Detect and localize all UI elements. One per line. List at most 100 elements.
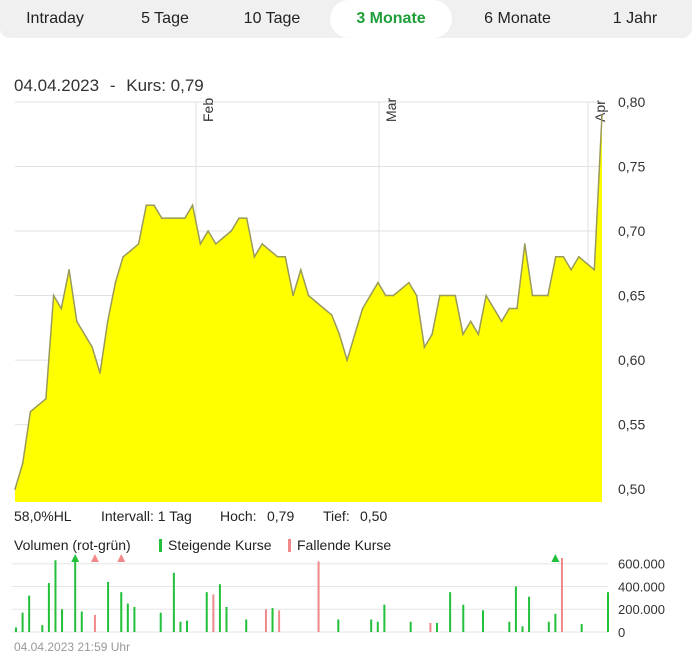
volume-bar-rising xyxy=(120,592,123,632)
tab-10-tage[interactable]: 10 Tage xyxy=(222,0,322,38)
price-point xyxy=(562,256,565,258)
price-point xyxy=(330,314,333,316)
volume-bar-rising xyxy=(80,611,83,632)
price-point xyxy=(307,294,310,297)
tab-1-jahr[interactable]: 1 Jahr xyxy=(590,0,680,38)
price-point xyxy=(106,320,109,323)
volume-bar-falling xyxy=(278,610,281,632)
price-point xyxy=(230,230,233,232)
stat-low-label: Tief: xyxy=(323,508,350,524)
tab-6-monate[interactable]: 6 Monate xyxy=(460,0,575,38)
volume-bar-rising xyxy=(28,595,31,632)
price-point xyxy=(469,320,472,323)
price-point xyxy=(14,488,16,490)
volume-overflow-arrow-falling xyxy=(90,554,99,562)
volume-bar-rising xyxy=(159,612,162,632)
volume-bar-rising xyxy=(482,610,485,632)
volume-bar-rising xyxy=(21,612,24,632)
price-point xyxy=(384,294,387,297)
price-point xyxy=(99,372,101,374)
price-point xyxy=(323,307,325,310)
price-point xyxy=(284,256,287,258)
price-point xyxy=(392,294,395,297)
volume-bar-falling xyxy=(93,614,96,632)
price-point xyxy=(29,410,32,413)
price-point xyxy=(523,243,526,245)
price-point xyxy=(508,307,511,310)
price-point xyxy=(415,294,418,297)
volume-bar-rising xyxy=(245,619,248,632)
price-point xyxy=(269,249,271,252)
price-point xyxy=(554,256,557,258)
volume-bar-falling xyxy=(560,558,563,632)
volume-bar-rising xyxy=(508,621,511,632)
tab-3-monate[interactable]: 3 Monate xyxy=(330,0,452,38)
y-tick-label: 0,55 xyxy=(618,417,645,433)
volume-bar-rising xyxy=(271,608,274,632)
y-tick-label: 0,65 xyxy=(618,288,645,304)
volume-bar-rising xyxy=(107,581,110,632)
price-point xyxy=(354,333,356,336)
volume-bar-falling xyxy=(317,561,320,632)
volume-bar-rising xyxy=(337,619,340,632)
volume-bar-rising xyxy=(41,625,44,632)
price-point xyxy=(439,294,441,297)
price-point xyxy=(215,243,217,245)
price-point xyxy=(176,217,178,219)
price-point xyxy=(516,307,518,310)
volume-bar-rising xyxy=(462,604,465,632)
price-point xyxy=(222,236,225,239)
volume-bar-rising xyxy=(54,560,57,632)
stat-high-label: Hoch: xyxy=(220,508,257,524)
volume-bar-rising xyxy=(61,609,64,632)
tab-5-tage[interactable]: 5 Tage xyxy=(115,0,215,38)
price-point xyxy=(493,307,495,310)
volume-bar-rising xyxy=(133,606,136,632)
price-point xyxy=(361,307,364,310)
volume-tick-label: 400.000 xyxy=(618,579,665,594)
price-point xyxy=(137,243,140,245)
price-point xyxy=(338,333,341,336)
timestamp: 04.04.2023 21:59 Uhr xyxy=(14,640,131,654)
price-point xyxy=(184,217,186,219)
volume-bar-rising xyxy=(186,620,189,632)
price-point xyxy=(276,256,279,258)
volume-bar-rising xyxy=(607,592,609,632)
volume-bar-rising xyxy=(449,592,452,632)
y-tick-label: 0,60 xyxy=(618,352,645,368)
stat-hl: 58,0%HL xyxy=(14,508,72,524)
volume-tick-label: 0 xyxy=(618,625,625,640)
price-point xyxy=(60,307,63,310)
volume-bar-rising xyxy=(554,613,557,632)
price-point xyxy=(45,397,47,400)
price-point xyxy=(52,294,55,297)
price-point xyxy=(377,281,379,284)
price-point xyxy=(261,243,263,245)
price-point xyxy=(454,294,457,297)
price-point xyxy=(37,404,39,407)
price-point xyxy=(114,281,117,284)
volume-overflow-arrow-falling xyxy=(117,554,126,562)
price-point xyxy=(547,294,549,297)
volume-bar-rising xyxy=(383,604,386,632)
price-point xyxy=(462,333,464,336)
volume-tick-label: 200.000 xyxy=(618,602,665,617)
price-point xyxy=(485,294,487,297)
y-tick-label: 0,70 xyxy=(618,223,645,239)
price-point xyxy=(153,204,155,207)
volume-bar-rising xyxy=(15,627,17,632)
price-point xyxy=(570,268,572,271)
y-tick-label: 0,50 xyxy=(618,481,645,497)
price-point xyxy=(299,268,302,271)
price-chart: 0,50 0,55 0,60 0,65 0,70 0,75 0,80 Feb Mar Apr xyxy=(14,94,645,502)
volume-bar-falling xyxy=(264,609,267,632)
price-point xyxy=(477,333,480,336)
price-point xyxy=(168,217,171,219)
volume-bar-rising xyxy=(218,584,221,632)
price-point xyxy=(423,346,426,348)
price-point xyxy=(400,288,402,290)
tab-intraday[interactable]: Intraday xyxy=(0,0,110,38)
volume-bar-rising xyxy=(521,626,524,632)
volume-bar-rising xyxy=(47,583,50,632)
volume-chart: 0 200.000 400.000 600.000 xyxy=(12,554,665,640)
